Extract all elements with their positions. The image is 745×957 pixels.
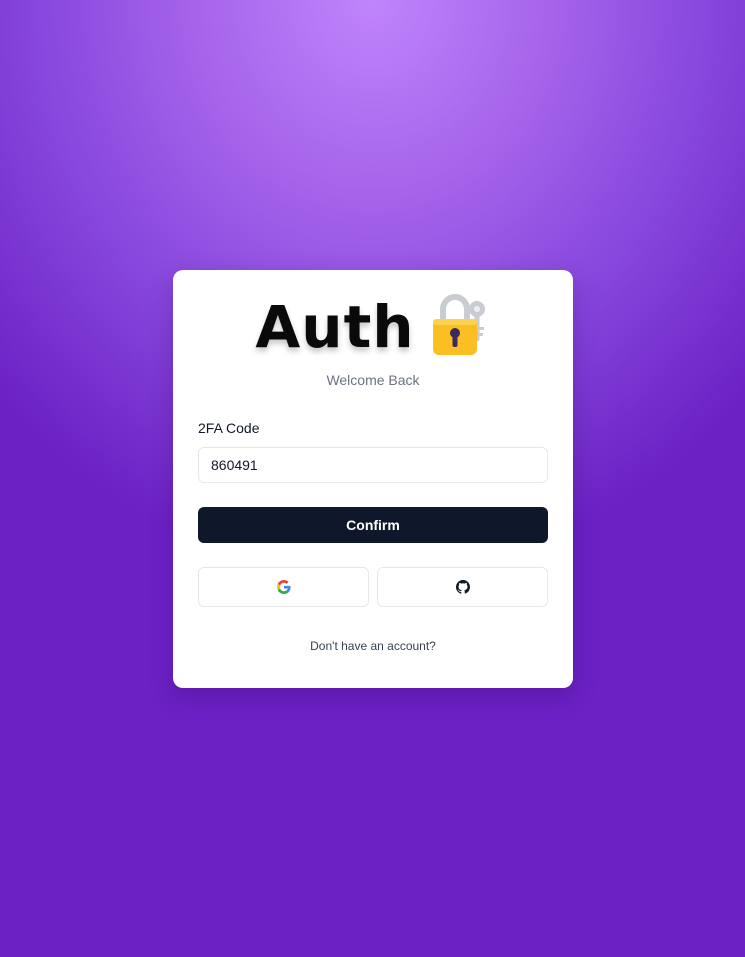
confirm-button[interactable]: Confirm [198, 507, 548, 543]
google-login-button[interactable] [198, 567, 369, 607]
code-input[interactable] [198, 447, 548, 483]
google-icon [276, 580, 291, 594]
code-label: 2FA Code [198, 420, 260, 436]
brand-header: Auth [173, 292, 573, 362]
auth-card: Auth Welcome Back 2FA Code Confirm [173, 270, 573, 688]
brand-title: Auth [255, 293, 415, 361]
welcome-subtitle: Welcome Back [326, 372, 420, 388]
signup-link[interactable]: Don't have an account? [173, 639, 573, 653]
github-icon [455, 580, 470, 594]
social-login-row [198, 567, 548, 607]
lock-with-key-icon [432, 294, 485, 355]
github-login-button[interactable] [377, 567, 548, 607]
